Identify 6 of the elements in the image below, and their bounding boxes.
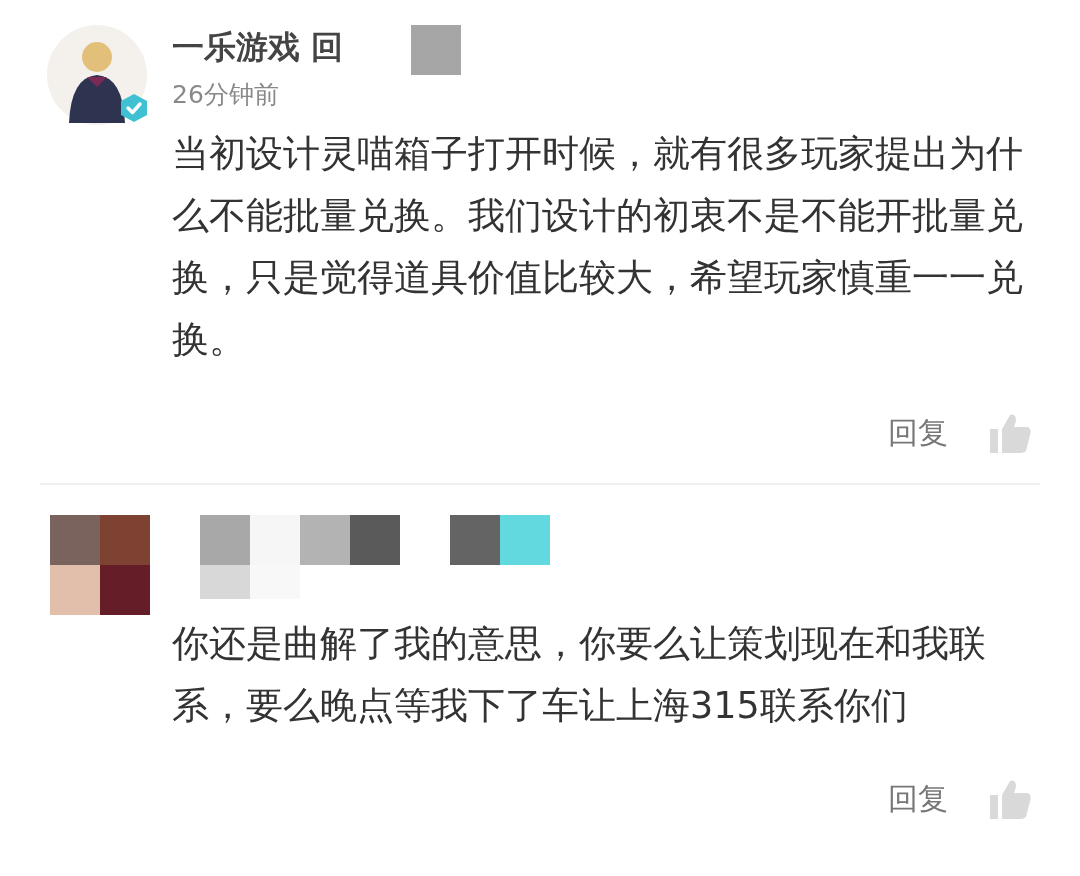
reply-button[interactable]: 回复 bbox=[888, 412, 948, 454]
comment-text: 当初设计灵喵箱子打开时候，就有很多玩家提出为什么不能批量兑换。我们设计的初衷不是不能开批量兑换，只是觉得道具价值比较大，希望玩家慎重一一兑换。 bbox=[172, 131, 1024, 363]
timestamp: 26分钟前 bbox=[172, 79, 280, 111]
comment-text: 你还是曲解了我的意思，你要么让策划现在和我联系，要么晚点等我下了车让上海315联系你们 bbox=[172, 621, 987, 729]
user-name[interactable]: 一乐游戏 回 bbox=[172, 25, 344, 69]
reply-button[interactable]: 回复 bbox=[888, 778, 948, 820]
